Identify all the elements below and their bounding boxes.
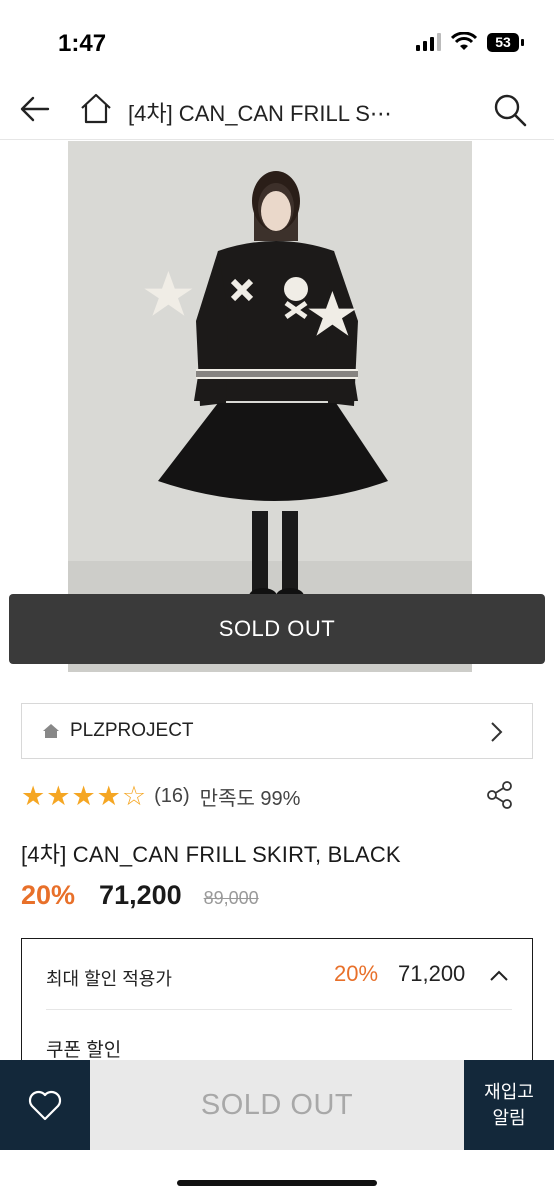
satisfaction-rate: 만족도 99% [199,787,301,810]
status-bar: 1:47 53 [0,0,554,80]
search-icon[interactable] [492,92,528,128]
back-arrow-icon[interactable] [18,92,52,126]
restock-label-line2: 알림 [492,1108,526,1128]
chevron-right-icon [491,722,503,742]
restock-label-line1: 재입고 [484,1082,534,1102]
top-nav: [4차] CAN_CAN FRILL S⋯ [0,80,554,140]
discount-box: 최대 할인 적용가 20% 71,200 쿠폰 할인 [21,938,533,1078]
battery-level: 53 [487,32,519,52]
status-time: 1:47 [58,30,107,57]
product-image[interactable] [68,141,472,672]
page-title: [4차] CAN_CAN FRILL S⋯ [128,101,392,126]
signal-icon [416,33,441,51]
wifi-icon [451,32,477,50]
battery-icon: 53 [487,32,524,52]
sold-out-banner: SOLD OUT [9,594,545,664]
max-discount-price: 71,200 [398,961,466,986]
sale-price: 71,200 [99,880,182,910]
wishlist-button[interactable] [0,1060,90,1150]
brand-home-icon [43,724,59,738]
product-title: [4차] CAN_CAN FRILL SKIRT, BLACK [21,842,401,867]
review-count[interactable]: (16) [154,785,190,808]
star-icon: ★ [96,780,121,811]
status-icons: 53 [416,32,524,52]
product-photo [68,141,472,672]
sold-out-button[interactable]: SOLD OUT [90,1060,464,1150]
discount-rate: 20% [21,880,76,910]
star-outline-icon: ☆ [121,780,147,811]
original-price: 89,000 [203,888,259,908]
brand-link[interactable]: PLZPROJECT [21,703,533,759]
chevron-up-icon[interactable] [488,965,510,987]
star-rating[interactable]: ★ ★ ★ ★ ☆ [21,780,147,811]
star-icon: ★ [71,780,96,811]
bottom-action-bar: SOLD OUT 재입고 알림 [0,1060,554,1150]
restock-alert-button[interactable]: 재입고 알림 [464,1060,554,1150]
home-icon[interactable] [78,90,114,126]
divider [46,1009,512,1010]
max-discount-rate: 20% [334,961,379,986]
rating-row: ★ ★ ★ ★ ☆ (16) 만족도 99% [21,780,533,812]
star-icon: ★ [21,780,46,811]
max-discount-label: 최대 할인 적용가 [46,969,172,989]
home-indicator [177,1180,377,1186]
heart-icon [28,1090,62,1121]
share-icon[interactable] [485,780,515,810]
price-row: 20% 71,200 89,000 [21,880,259,911]
coupon-discount-label: 쿠폰 할인 [46,1040,122,1061]
brand-name: PLZPROJECT [70,720,194,741]
star-icon: ★ [46,780,71,811]
